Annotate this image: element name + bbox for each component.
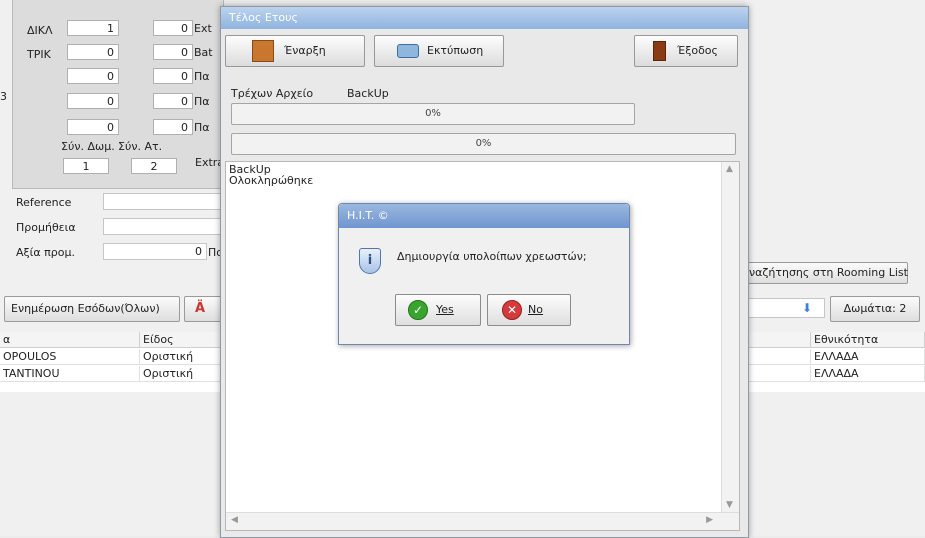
side-number: 3	[0, 90, 7, 103]
commission-value-input[interactable]: 0	[103, 243, 207, 260]
count-input[interactable]: 0	[67, 68, 119, 84]
total-progress-text: 0%	[475, 138, 492, 149]
reference-label: Reference	[16, 196, 72, 209]
table-cell-blank	[745, 366, 811, 382]
table-cell-name[interactable]: TANTINOU	[0, 366, 140, 382]
vertical-scrollbar[interactable]: ▲ ▼	[721, 162, 739, 530]
start-button[interactable]: Έναρξη	[225, 35, 365, 67]
sort-icon: Ä	[195, 301, 206, 316]
table-cell-type[interactable]: Οριστική	[140, 349, 222, 365]
scroll-right-icon[interactable]: ▶	[706, 515, 713, 525]
sum-persons-value: 2	[131, 158, 177, 174]
confirm-dialog: H.I.T. © i Δημιουργία υπολοίπων χρεωστών…	[338, 203, 630, 345]
print-button[interactable]: Εκτύπωση	[374, 35, 504, 67]
count-input[interactable]: 0	[153, 119, 193, 135]
commission-input[interactable]	[103, 218, 222, 235]
log-text: BackUp Ολοκληρώθηκε	[229, 164, 313, 186]
guests-table-left: α Είδος OPOULOS Οριστική TANTINOU Οριστι…	[0, 332, 222, 392]
sum-rooms-value: 1	[63, 158, 109, 174]
guests-table-right: Εθνικότητα ΕΛΛΑΔΑ ΕΛΛΑΔΑ	[745, 332, 925, 392]
count-input[interactable]: 0	[153, 44, 193, 60]
scroll-up-icon[interactable]: ▲	[726, 164, 733, 174]
chevron-down-icon: ⬇	[802, 301, 813, 315]
file-progress-text: 0%	[425, 108, 441, 119]
current-file-label: Τρέχων Αρχείο	[231, 87, 314, 100]
yes-label: Yes	[436, 303, 454, 316]
total-progress-bar: 0%	[231, 133, 736, 155]
sum-persons-label: Σύν. Ατ.	[118, 140, 163, 153]
commission-value-label: Αξία προμ.	[16, 246, 75, 259]
count-input[interactable]: 0	[67, 93, 119, 109]
rooms-count-button[interactable]: Δωμάτια: 2	[830, 296, 920, 322]
current-file-value: BackUp	[347, 87, 389, 100]
scroll-down-icon[interactable]: ▼	[726, 500, 733, 510]
info-shield-icon: i	[359, 248, 381, 274]
start-icon	[252, 40, 274, 62]
table-header-type[interactable]: Είδος	[140, 332, 222, 348]
door-icon	[653, 41, 666, 61]
table-cell-type[interactable]: Οριστική	[140, 366, 222, 382]
reference-input[interactable]	[103, 193, 222, 210]
count-input[interactable]: 1	[67, 20, 119, 36]
table-header-blank	[745, 332, 811, 348]
check-icon: ✓	[408, 300, 428, 320]
exit-button[interactable]: Έξοδος	[634, 35, 738, 67]
row-label: ΤΡΙΚ	[27, 48, 51, 61]
count-input[interactable]: 0	[153, 93, 193, 109]
log-line: Ολοκληρώθηκε	[229, 174, 314, 187]
table-cell-nationality[interactable]: ΕΛΛΑΔΑ	[811, 366, 925, 382]
dialog-title: H.I.T. ©	[339, 204, 629, 228]
row-suffix: Ext	[194, 22, 212, 35]
rooming-list-search-button[interactable]: ναζήτησης στη Rooming List	[746, 262, 908, 284]
commission-label: Προμήθεια	[16, 221, 76, 234]
sort-icon-button[interactable]: Ä	[184, 296, 222, 322]
sum-rooms-label: Σύν. Δωμ.	[61, 140, 115, 153]
row-suffix: Πα	[194, 70, 210, 83]
exit-label: Έξοδος	[677, 44, 718, 57]
horizontal-scrollbar[interactable]: ◀ ▶	[226, 512, 739, 530]
table-cell-name[interactable]: OPOULOS	[0, 349, 140, 365]
update-income-button[interactable]: Ενημέρωση Εσόδων(Όλων)	[4, 296, 180, 322]
cancel-icon: ✕	[502, 300, 522, 320]
table-header-name[interactable]: α	[0, 332, 140, 348]
count-input[interactable]: 0	[153, 20, 193, 36]
row-label: ΔΙΚΛ	[27, 24, 53, 37]
scroll-left-icon[interactable]: ◀	[231, 515, 238, 525]
count-input[interactable]: 0	[67, 44, 119, 60]
filter-dropdown[interactable]: ⬇	[745, 298, 825, 318]
print-label: Εκτύπωση	[427, 44, 484, 57]
table-header-nationality[interactable]: Εθνικότητα	[811, 332, 925, 348]
file-progress-bar: 0%	[231, 103, 635, 125]
no-label: No	[528, 303, 543, 316]
room-counts-panel: ΔΙΚΛ 1 0 Ext ΤΡΙΚ 0 0 Bat 0 0 Πα 0 0 Πα …	[12, 0, 224, 189]
no-button[interactable]: ✕ No	[487, 294, 571, 326]
yes-button[interactable]: ✓ Yes	[395, 294, 481, 326]
row-suffix: Bat	[194, 46, 213, 59]
table-cell-blank	[745, 349, 811, 365]
window-title: Τέλος Ετους	[221, 7, 748, 29]
row-suffix: Πα	[194, 121, 210, 134]
count-input[interactable]: 0	[67, 119, 119, 135]
start-label: Έναρξη	[284, 44, 326, 57]
row-suffix: Πα	[194, 95, 210, 108]
printer-icon	[397, 44, 419, 58]
count-input[interactable]: 0	[153, 68, 193, 84]
dialog-message: Δημιουργία υπολοίπων χρεωστών;	[397, 250, 587, 263]
table-cell-nationality[interactable]: ΕΛΛΑΔΑ	[811, 349, 925, 365]
